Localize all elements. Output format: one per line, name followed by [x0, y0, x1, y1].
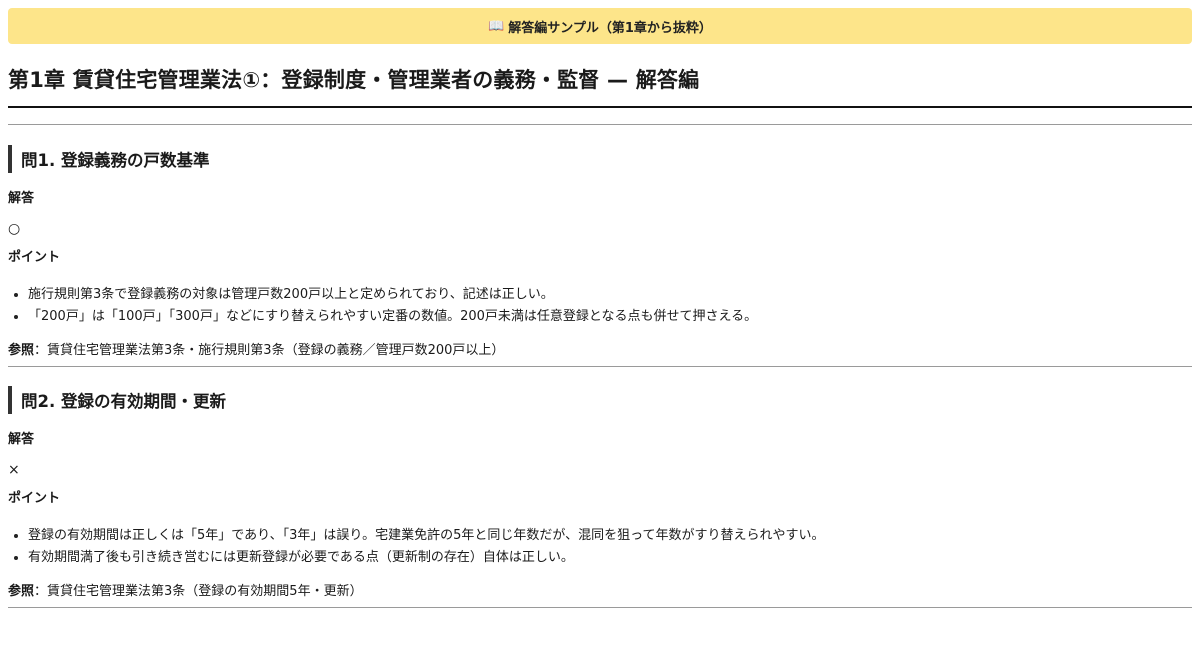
reference-label: 参照 [8, 343, 35, 358]
answer-value: ○ [8, 221, 21, 237]
title-divider [8, 106, 1192, 108]
reference-separator: ： [34, 343, 48, 358]
answer-value: × [8, 462, 20, 478]
list-item: 「200戸」は「100戸」「300戸」などにすり替えられやすい定番の数値。200… [14, 306, 1192, 328]
document: 📖 解答編サンプル（第1章から抜粋） 第1章 賃貸住宅管理業法①：登録制度・管理… [8, 8, 1192, 608]
reference-separator: ： [34, 584, 48, 599]
section-divider [8, 607, 1192, 608]
list-item: 有効期間満了後も引き続き営むには更新登録が必要である点（更新制の存在）自体は正し… [14, 547, 1192, 569]
banner-text: 解答編サンプル（第1章から抜粋） [508, 20, 712, 36]
reference-label: 参照 [8, 584, 35, 599]
reference: 参照：賃貸住宅管理業法第3条（登録の有効期間5年・更新） [8, 583, 1192, 601]
section-divider [8, 366, 1192, 367]
list-item: 登録の有効期間は正しくは「5年」であり、「3年」は誤り。宅建業免許の5年と同じ年… [14, 525, 1192, 547]
question-1: 問1. 登録義務の戸数基準 解答 ○ ポイント 施行規則第3条で登録義務の対象は… [8, 145, 1192, 360]
question-heading: 問1. 登録義務の戸数基準 [8, 145, 1192, 173]
question-2: 問2. 登録の有効期間・更新 解答 × ポイント 登録の有効期間は正しくは「5年… [8, 386, 1192, 601]
points-list: 施行規則第3条で登録義務の対象は管理戸数200戸以上と定められており、記述は正し… [8, 284, 1192, 328]
answer-label: 解答 [8, 191, 35, 206]
points-label: ポイント [8, 491, 61, 506]
points-list: 登録の有効期間は正しくは「5年」であり、「3年」は誤り。宅建業免許の5年と同じ年… [8, 525, 1192, 569]
list-item: 施行規則第3条で登録義務の対象は管理戸数200戸以上と定められており、記述は正し… [14, 284, 1192, 306]
sample-banner: 📖 解答編サンプル（第1章から抜粋） [8, 8, 1192, 44]
section-divider [8, 124, 1192, 125]
points-label: ポイント [8, 250, 61, 265]
reference: 参照：賃貸住宅管理業法第3条・施行規則第3条（登録の義務／管理戸数200戸以上） [8, 342, 1192, 360]
open-book-icon: 📖 [488, 18, 505, 34]
page-title: 第1章 賃貸住宅管理業法①：登録制度・管理業者の義務・監督 — 解答編 [8, 68, 700, 92]
question-heading: 問2. 登録の有効期間・更新 [8, 386, 1192, 414]
answer-label: 解答 [8, 432, 35, 447]
reference-text: 賃貸住宅管理業法第3条（登録の有効期間5年・更新） [47, 584, 363, 599]
reference-text: 賃貸住宅管理業法第3条・施行規則第3条（登録の義務／管理戸数200戸以上） [47, 343, 505, 358]
